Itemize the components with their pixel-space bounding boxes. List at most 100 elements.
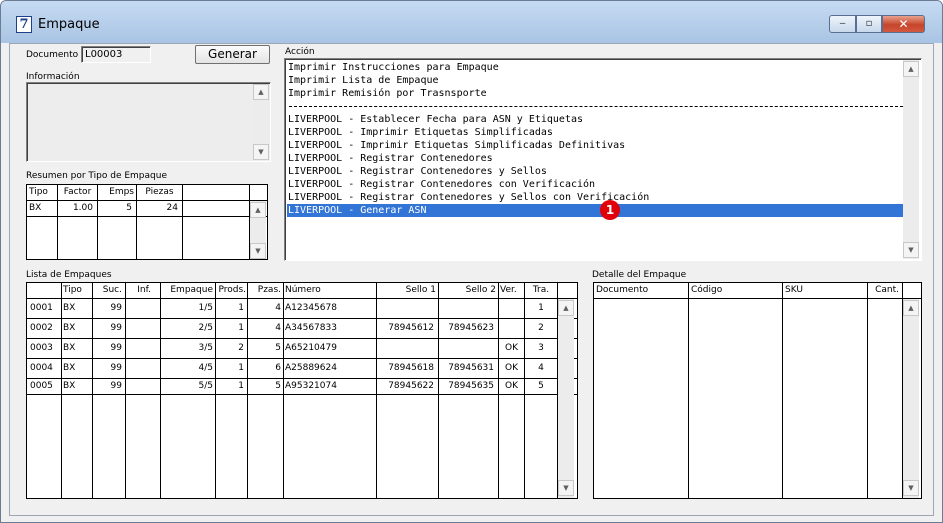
lista-cell[interactable]: 4 (248, 323, 281, 333)
accion-scrollbar[interactable]: ▲ ▼ (903, 60, 919, 259)
grid-col-line (182, 185, 183, 259)
lista-cell[interactable]: BX (63, 381, 75, 391)
scroll-up-icon[interactable]: ▲ (253, 84, 269, 100)
grid-col-line (125, 283, 126, 498)
detalle-grid[interactable]: Documento Código SKU Cant. ▲ ▼ (593, 282, 922, 499)
lista-cell[interactable]: OK (499, 343, 524, 353)
close-button[interactable]: ✕ (882, 15, 925, 33)
lista-cell[interactable]: 99 (93, 381, 122, 391)
detalle-label: Detalle del Empaque (592, 270, 687, 280)
informacion-textarea[interactable]: ▲ ▼ (26, 82, 271, 162)
lista-cell[interactable]: 5 (248, 343, 281, 353)
lista-cell[interactable]: 4 (248, 303, 281, 313)
grid-row-line (27, 216, 267, 217)
lista-cell[interactable]: 78945612 (377, 323, 434, 333)
scroll-up-icon[interactable]: ▲ (903, 300, 919, 316)
accion-item[interactable]: LIVERPOOL - Establecer Fecha para ASN y … (287, 113, 905, 126)
scroll-up-icon[interactable]: ▲ (558, 300, 574, 316)
lista-cell[interactable]: A65210479 (285, 343, 337, 353)
informacion-scrollbar[interactable]: ▲ ▼ (253, 84, 269, 160)
resumen-col-header: Emps (109, 187, 134, 197)
lista-cell[interactable]: 99 (93, 363, 122, 373)
title-bar[interactable]: 7 Empaque ‒ ▫ ✕ (1, 1, 942, 43)
detalle-scrollbar[interactable]: ▲ ▼ (903, 299, 919, 498)
lista-cell[interactable]: 99 (93, 343, 122, 353)
generar-button[interactable]: Generar (195, 45, 270, 64)
scroll-down-icon[interactable]: ▼ (250, 243, 266, 259)
accion-listbox[interactable]: Imprimir Instrucciones para Empaque Impr… (284, 58, 922, 261)
lista-cell[interactable]: 2 (525, 323, 557, 333)
accion-item-selected[interactable]: LIVERPOOL - Generar ASN (287, 204, 905, 217)
lista-cell[interactable]: 78945623 (439, 323, 494, 333)
accion-item[interactable]: LIVERPOOL - Registrar Contenedores (287, 152, 905, 165)
lista-grid[interactable]: Tipo Suc. Inf. Empaque Prods. Pzas. Núme… (26, 282, 578, 499)
lista-cell[interactable]: A12345678 (285, 303, 337, 313)
lista-cell[interactable]: 5 (525, 381, 557, 391)
lista-cell[interactable]: 78945635 (439, 381, 494, 391)
lista-cell[interactable]: 2/5 (161, 323, 213, 333)
grid-col-line (688, 283, 689, 498)
lista-cell[interactable]: 99 (93, 323, 122, 333)
documento-field[interactable]: L00003 (81, 46, 151, 63)
lista-cell[interactable]: 78945618 (377, 363, 434, 373)
lista-cell[interactable]: 4/5 (161, 363, 213, 373)
lista-cell[interactable]: 2 (216, 343, 244, 353)
lista-cell[interactable]: 0002 (30, 323, 53, 333)
scroll-up-icon[interactable]: ▲ (903, 61, 919, 77)
informacion-label: Información (26, 72, 80, 82)
accion-item[interactable]: LIVERPOOL - Imprimir Etiquetas Simplific… (287, 139, 905, 152)
lista-cell[interactable]: 78945631 (439, 363, 494, 373)
lista-cell[interactable]: 1 (216, 363, 244, 373)
lista-cell[interactable]: 1 (216, 381, 244, 391)
lista-cell[interactable]: 0001 (30, 303, 53, 313)
accion-item[interactable]: LIVERPOOL - Registrar Contenedores y Sel… (287, 191, 905, 204)
resumen-scrollbar[interactable]: ▲ ▼ (250, 201, 266, 259)
grid-row-line (27, 378, 577, 379)
lista-cell[interactable]: 0003 (30, 343, 53, 353)
lista-cell[interactable]: A25889624 (285, 363, 337, 373)
lista-cell[interactable]: 1 (216, 323, 244, 333)
scroll-down-icon[interactable]: ▼ (903, 480, 919, 496)
accion-item[interactable]: LIVERPOOL - Registrar Contenedores con V… (287, 178, 905, 191)
maximize-button[interactable]: ▫ (856, 15, 882, 33)
scroll-up-icon[interactable]: ▲ (250, 202, 266, 218)
lista-cell[interactable]: 1 (216, 303, 244, 313)
accion-item[interactable]: Imprimir Remisión por Trasnsporte (287, 87, 905, 100)
resumen-cell: BX (29, 203, 42, 213)
lista-cell[interactable]: A34567833 (285, 323, 337, 333)
lista-cell[interactable]: 99 (93, 303, 122, 313)
lista-cell[interactable]: BX (63, 363, 75, 373)
lista-cell[interactable]: 0004 (30, 363, 53, 373)
app-icon: 7 (16, 16, 32, 33)
minimize-button[interactable]: ‒ (829, 15, 856, 33)
lista-cell[interactable]: BX (63, 303, 75, 313)
lista-scrollbar[interactable]: ▲ ▼ (558, 299, 574, 498)
lista-cell[interactable]: OK (499, 363, 524, 373)
lista-col-header: Tra. (532, 285, 550, 295)
lista-cell[interactable]: 78945622 (377, 381, 434, 391)
lista-cell[interactable]: BX (63, 343, 75, 353)
lista-cell[interactable]: 5/5 (161, 381, 213, 391)
grid-col-line (782, 283, 783, 498)
accion-separator (289, 106, 903, 107)
lista-cell[interactable]: 3 (525, 343, 557, 353)
lista-cell[interactable]: 6 (248, 363, 281, 373)
lista-cell[interactable]: 0005 (30, 381, 53, 391)
lista-col-header: Número (285, 285, 321, 295)
accion-item[interactable]: Imprimir Instrucciones para Empaque (287, 61, 905, 74)
lista-cell[interactable]: BX (63, 323, 75, 333)
resumen-grid[interactable]: Tipo Factor Emps Piezas BX 1.00 5 24 ▲ ▼ (26, 184, 268, 260)
lista-cell[interactable]: 3/5 (161, 343, 213, 353)
lista-cell[interactable]: 1 (525, 303, 557, 313)
scroll-down-icon[interactable]: ▼ (558, 480, 574, 496)
lista-cell[interactable]: A95321074 (285, 381, 337, 391)
lista-cell[interactable]: 5 (248, 381, 281, 391)
scroll-down-icon[interactable]: ▼ (253, 144, 269, 160)
accion-item[interactable]: LIVERPOOL - Imprimir Etiquetas Simplific… (287, 126, 905, 139)
lista-cell[interactable]: 1/5 (161, 303, 213, 313)
lista-cell[interactable]: 4 (525, 363, 557, 373)
lista-cell[interactable]: OK (499, 381, 524, 391)
accion-item[interactable]: LIVERPOOL - Registrar Contenedores y Sel… (287, 165, 905, 178)
scroll-down-icon[interactable]: ▼ (903, 242, 919, 258)
accion-item[interactable]: Imprimir Lista de Empaque (287, 74, 905, 87)
